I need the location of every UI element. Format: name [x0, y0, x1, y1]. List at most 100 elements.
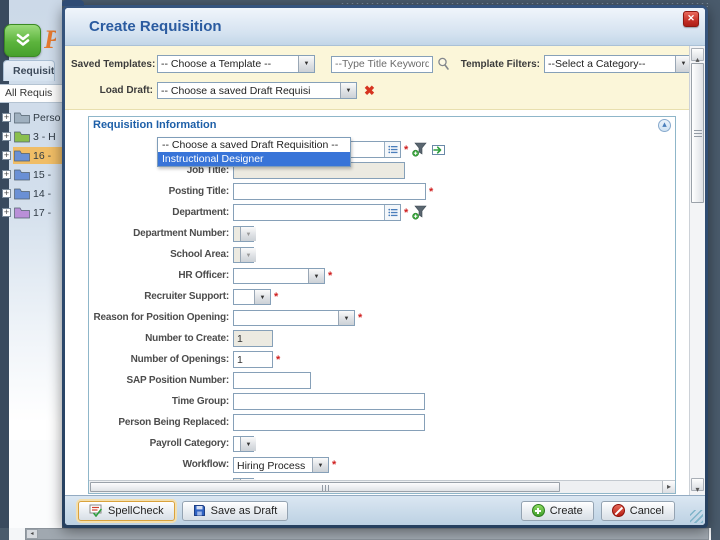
scroll-right-arrow-icon[interactable] — [662, 481, 675, 493]
form-row-posting-title: Posting Title: * — [89, 181, 675, 202]
field-label: Time Group: — [172, 396, 229, 407]
sap-position-number-input[interactable] — [233, 372, 311, 389]
form-row-person-being-replaced: Person Being Replaced: — [89, 412, 675, 433]
dropdown-arrow-icon[interactable] — [240, 437, 256, 451]
form-row-department: Department: — [89, 202, 675, 223]
workflow-select[interactable]: Hiring Process — [233, 457, 329, 473]
collapse-panel-button[interactable] — [4, 24, 41, 57]
field-label: Recruiter Support: — [144, 291, 229, 302]
dialog-title: Create Requisition — [89, 18, 222, 35]
app-horizontal-scrollbar[interactable] — [9, 528, 711, 540]
spellcheck-button[interactable]: SpellCheck — [78, 501, 175, 521]
assign-code-icon[interactable] — [431, 144, 446, 156]
cancel-button[interactable]: Cancel — [601, 501, 675, 521]
title-keyword-input[interactable] — [331, 56, 433, 73]
tree-item[interactable]: 3 - H — [0, 127, 62, 146]
tree-item[interactable]: 17 - — [0, 203, 62, 222]
form-row-school-area: School Area: — [89, 244, 675, 265]
form-horizontal-scrollbar[interactable] — [89, 480, 675, 493]
save-as-draft-button[interactable]: Save as Draft — [182, 501, 289, 521]
form-fields: Job Code: — [89, 133, 675, 480]
dropdown-arrow-icon[interactable] — [340, 83, 356, 98]
create-requisition-dialog: Create Requisition Saved Templates: -- C… — [62, 5, 708, 528]
app-content-area — [9, 440, 62, 528]
template-filters-select[interactable]: --Select a Category-- — [544, 55, 692, 73]
time-group-input[interactable] — [233, 393, 425, 410]
requisition-list-filter[interactable]: All Requis — [0, 84, 62, 103]
department-number-select — [233, 226, 254, 242]
expand-icon[interactable] — [2, 151, 11, 160]
required-asterisk: * — [274, 292, 278, 302]
collapse-section-icon[interactable] — [658, 119, 671, 132]
hr-officer-select[interactable] — [233, 268, 325, 284]
tree-item[interactable]: 14 - — [0, 184, 62, 203]
dropdown-arrow-icon[interactable] — [254, 290, 270, 304]
scroll-up-arrow-icon[interactable] — [691, 48, 704, 61]
field-label: Posting Title: — [169, 186, 229, 197]
close-icon[interactable] — [683, 11, 699, 27]
field-label: Workflow: — [183, 459, 229, 470]
number-of-openings-input[interactable] — [233, 351, 273, 368]
required-asterisk: * — [358, 313, 362, 323]
scrollbar-thumb[interactable] — [691, 63, 704, 203]
expand-icon[interactable] — [2, 170, 11, 179]
double-chevron-down-icon — [14, 33, 32, 48]
posting-title-input[interactable] — [233, 183, 426, 200]
form-row-department-number: Department Number: — [89, 223, 675, 244]
folder-icon — [14, 111, 30, 124]
scroll-down-arrow-icon[interactable] — [691, 478, 704, 491]
folder-icon — [14, 206, 30, 219]
save-icon — [193, 504, 206, 517]
filter-add-icon[interactable] — [412, 142, 427, 157]
filter-add-icon[interactable] — [412, 205, 427, 220]
scroll-left-arrow-icon[interactable] — [26, 529, 38, 539]
field-label: Number to Create: — [145, 333, 229, 344]
requisition-folder-tree: Perso 3 - H 16 - 15 - — [0, 108, 62, 222]
number-to-create-input — [233, 330, 273, 347]
field-label: School Area: — [170, 249, 229, 260]
lookup-list-icon[interactable] — [384, 142, 400, 157]
department-input[interactable] — [233, 204, 401, 221]
saved-templates-select[interactable]: -- Choose a Template -- — [157, 55, 315, 73]
dialog-vertical-scrollbar[interactable] — [689, 46, 705, 495]
scrollbar-track[interactable] — [25, 528, 709, 540]
form-row-time-group: Time Group: — [89, 391, 675, 412]
folder-icon — [14, 168, 30, 181]
payroll-category-select[interactable] — [233, 436, 254, 452]
load-draft-select[interactable]: -- Choose a saved Draft Requisi — [157, 82, 357, 99]
dropdown-option-highlighted[interactable]: Instructional Designer — [158, 152, 350, 166]
expand-icon[interactable] — [2, 189, 11, 198]
required-asterisk: * — [276, 355, 280, 365]
expand-icon[interactable] — [2, 132, 11, 141]
form-row-number-to-create: Number to Create: — [89, 328, 675, 349]
clear-draft-icon[interactable]: ✖ — [364, 84, 375, 97]
expand-icon[interactable] — [2, 208, 11, 217]
dialog-footer: SpellCheck Save as Draft Create Cancel — [65, 495, 705, 525]
lookup-list-icon[interactable] — [384, 205, 400, 220]
tab-requisitions[interactable]: Requisiti — [3, 60, 55, 81]
school-area-select — [233, 247, 254, 263]
field-label: Department Number: — [133, 228, 229, 239]
resize-grip[interactable] — [690, 510, 703, 523]
create-button[interactable]: Create — [521, 501, 594, 521]
expand-icon[interactable] — [2, 113, 11, 122]
dialog-body: Requisition Information Job Code: — [65, 110, 689, 495]
dropdown-arrow-icon — [240, 248, 256, 262]
dropdown-option[interactable]: -- Choose a saved Draft Requisition -- — [158, 138, 350, 152]
field-label: Number of Openings: — [131, 354, 229, 365]
reason-for-position-opening-select[interactable] — [233, 310, 355, 326]
recruiter-support-select[interactable] — [233, 289, 271, 305]
dropdown-arrow-icon[interactable] — [298, 56, 314, 72]
tree-item-label: Perso — [33, 112, 60, 124]
tree-item[interactable]: 15 - — [0, 165, 62, 184]
dropdown-arrow-icon[interactable] — [308, 269, 324, 283]
person-being-replaced-input[interactable] — [233, 414, 425, 431]
dialog-header: Create Requisition — [65, 8, 705, 46]
dropdown-arrow-icon[interactable] — [312, 458, 328, 472]
search-icon[interactable] — [437, 57, 450, 71]
dropdown-arrow-icon[interactable] — [338, 311, 354, 325]
required-asterisk: * — [429, 187, 433, 197]
tree-item-selected[interactable]: 16 - — [0, 146, 62, 165]
scrollbar-thumb[interactable] — [90, 482, 560, 492]
tree-item[interactable]: Perso — [0, 108, 62, 127]
